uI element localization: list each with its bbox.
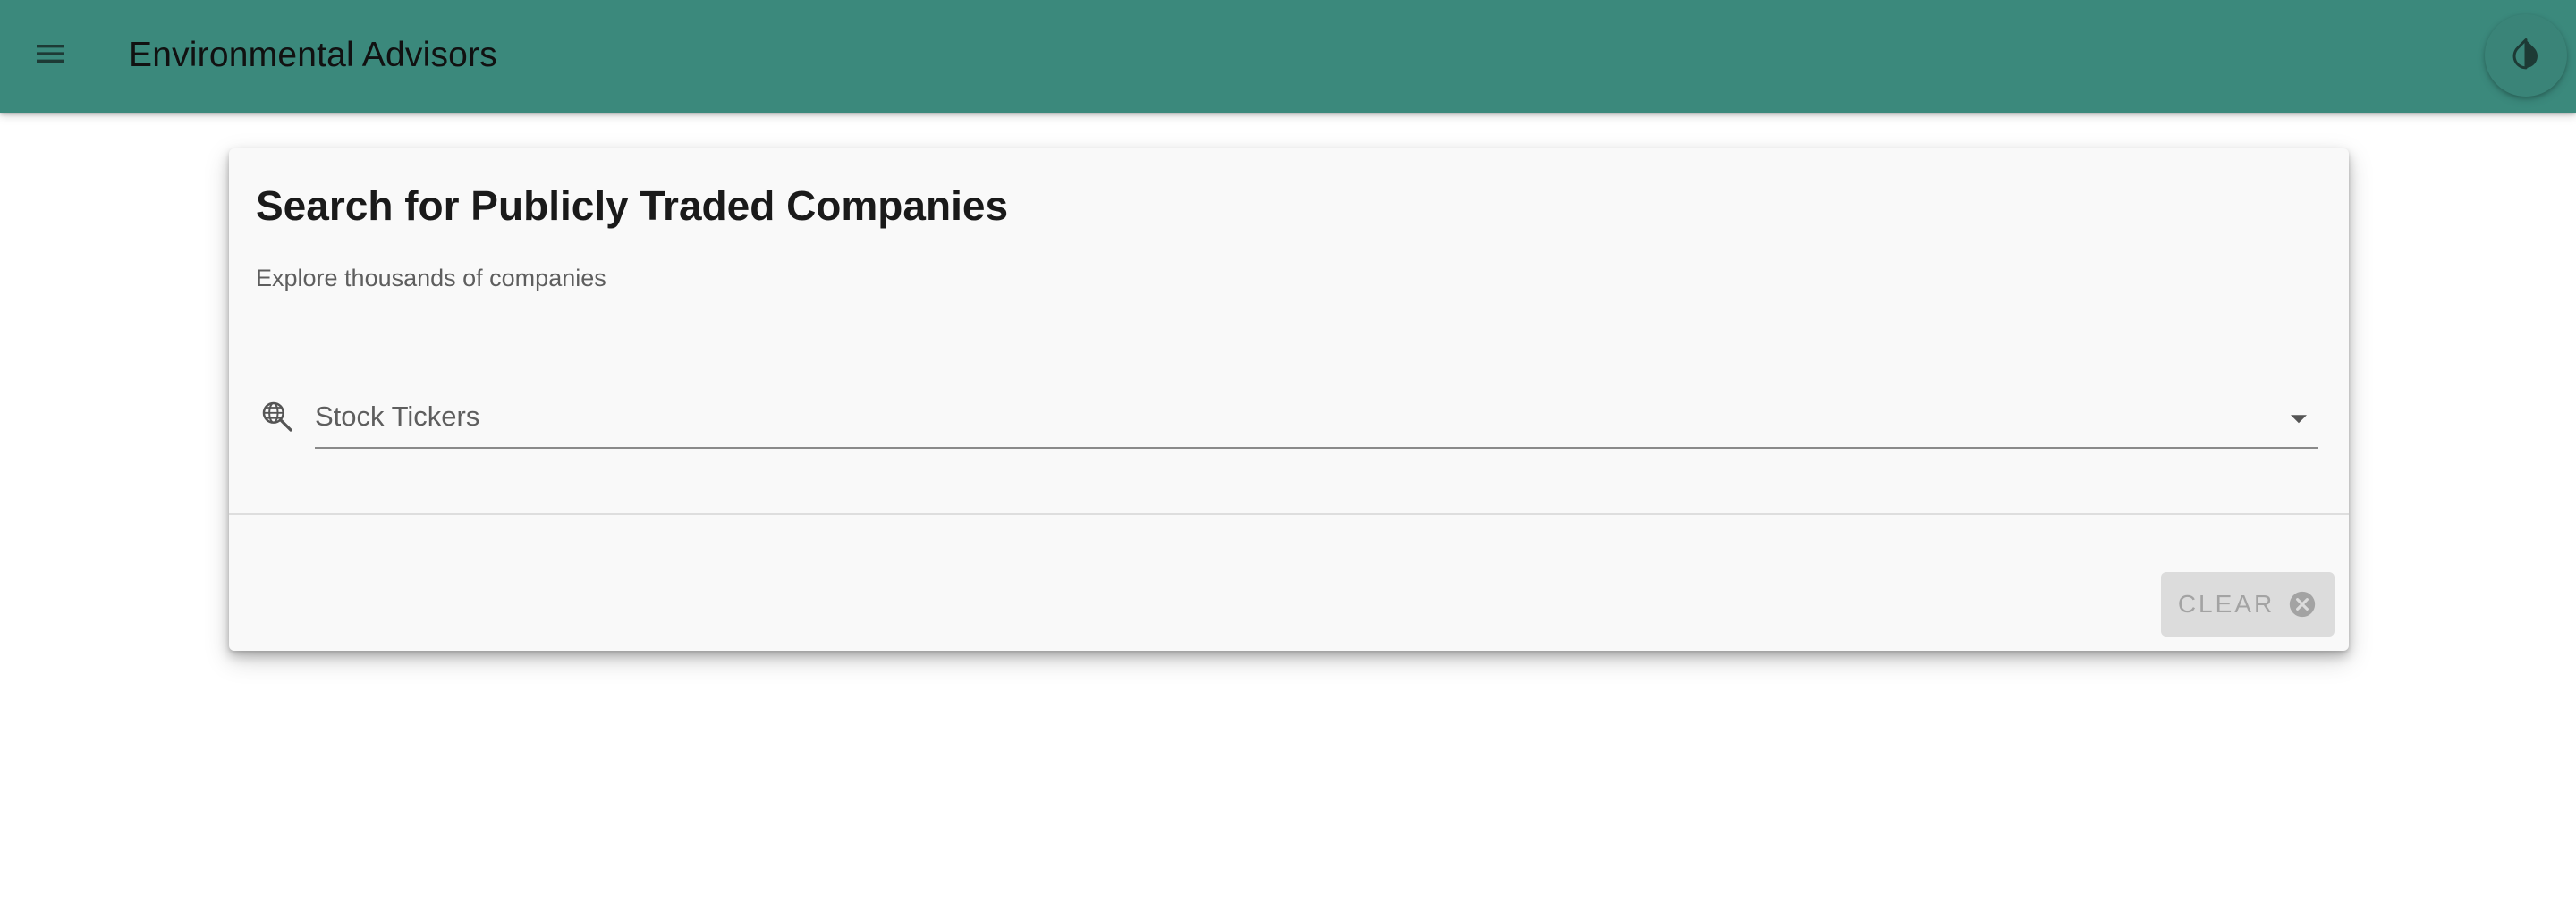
clear-button[interactable]: CLEAR <box>2161 572 2334 637</box>
app-title: Environmental Advisors <box>129 36 497 74</box>
contrast-icon <box>2508 36 2544 76</box>
menu-button[interactable] <box>18 20 82 91</box>
theme-toggle-button[interactable] <box>2485 14 2567 97</box>
search-globe-icon <box>259 399 295 434</box>
search-card: Search for Publicly Traded Companies Exp… <box>229 148 2349 651</box>
stock-tickers-field[interactable] <box>315 377 2318 449</box>
card-title: Search for Publicly Traded Companies <box>256 182 1009 229</box>
dropdown-arrow-icon[interactable] <box>2283 402 2315 434</box>
cancel-circle-icon <box>2287 589 2318 620</box>
menu-icon <box>32 36 68 76</box>
card-divider <box>229 513 2349 515</box>
clear-button-label: CLEAR <box>2177 590 2275 618</box>
card-subtitle: Explore thousands of companies <box>256 265 606 291</box>
app-bar: Environmental Advisors <box>0 0 2576 113</box>
stock-tickers-input[interactable] <box>315 397 2247 436</box>
